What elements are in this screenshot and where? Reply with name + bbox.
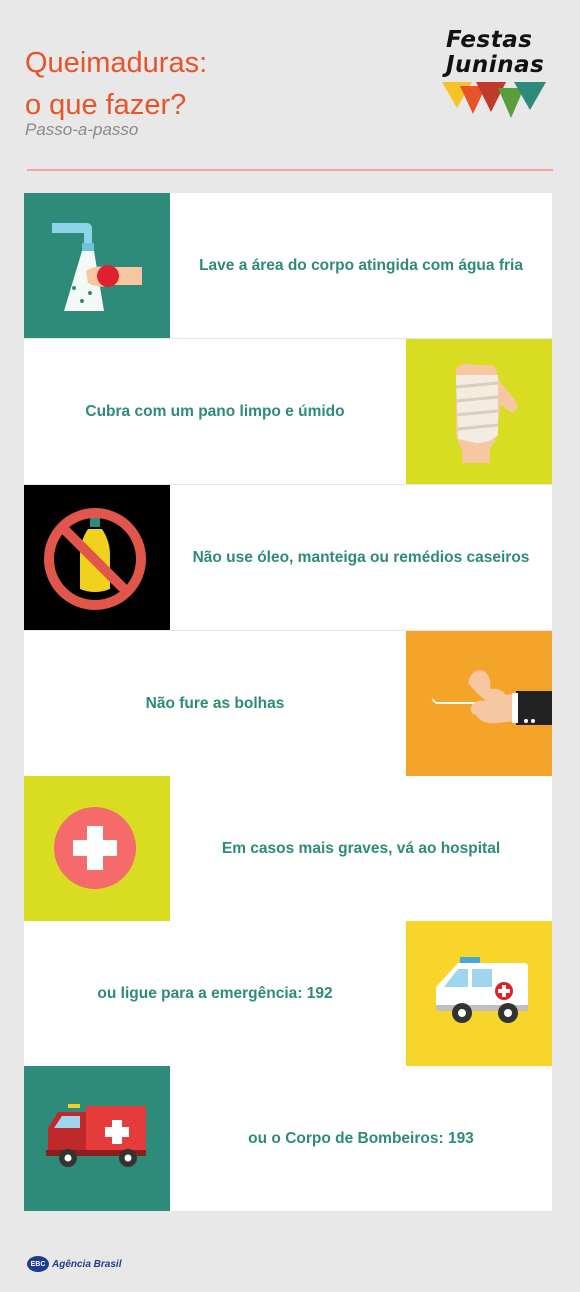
step-card-6: ou ligue para a emergência: 192 [24, 921, 552, 1066]
step-7-text: ou o Corpo de Bombeiros: 193 [248, 1129, 474, 1147]
step-5-text: Em casos mais graves, vá ao hospital [221, 839, 501, 857]
header-divider [27, 169, 553, 171]
logo-line-2: Juninas [446, 52, 545, 78]
step-card-4: Não fure as bolhas [24, 631, 552, 776]
step-6-tile [406, 921, 552, 1066]
step-card-5: Em casos mais graves, vá ao hospital [24, 776, 552, 921]
logo-line-1: Festas [446, 27, 533, 53]
festas-juninas-logo: Festas Juninas [440, 28, 555, 128]
ebc-badge: EBC [27, 1256, 49, 1272]
no-oil-bottle-icon [44, 508, 146, 610]
step-2-text: Cubra com um pano limpo e úmido [85, 402, 345, 420]
step-2-tile [406, 339, 552, 484]
ambulance-icon [436, 957, 528, 1023]
step-3-tile [24, 485, 170, 630]
step-card-7: ou o Corpo de Bombeiros: 193 [24, 1066, 552, 1211]
bandaged-hand-icon [455, 363, 518, 463]
step-6-text: ou ligue para a emergência: 192 [97, 984, 333, 1002]
step-card-2: Cubra com um pano limpo e úmido [24, 339, 552, 484]
step-7-tile [24, 1066, 170, 1211]
hand-needle-icon [431, 670, 552, 725]
page-title: Queimaduras: o que fazer? [25, 42, 207, 126]
logo-text: Festas Juninas [446, 28, 544, 78]
step-card-3: Não use óleo, manteiga ou remédios casei… [24, 485, 552, 630]
bunting-flags-icon [442, 82, 546, 118]
step-5-tile [24, 776, 170, 921]
hospital-cross-icon [54, 807, 136, 889]
step-card-1: Lave a área do corpo atingida com água f… [24, 193, 552, 338]
step-1-text: Lave a área do corpo atingida com água f… [199, 256, 523, 274]
step-1-tile [24, 193, 170, 338]
step-3-text: Não use óleo, manteiga ou remédios casei… [192, 548, 530, 566]
footer-logo: EBC Agência Brasil [27, 1256, 121, 1272]
fire-truck-icon [46, 1104, 146, 1167]
step-4-tile [406, 631, 552, 776]
water-tap-hand-icon [52, 223, 142, 311]
page-subtitle: Passo-a-passo [25, 120, 139, 139]
step-4-text: Não fure as bolhas [145, 694, 285, 712]
title-line-1: Queimaduras: [25, 47, 208, 79]
footer-brand: Agência Brasil [52, 1258, 122, 1270]
